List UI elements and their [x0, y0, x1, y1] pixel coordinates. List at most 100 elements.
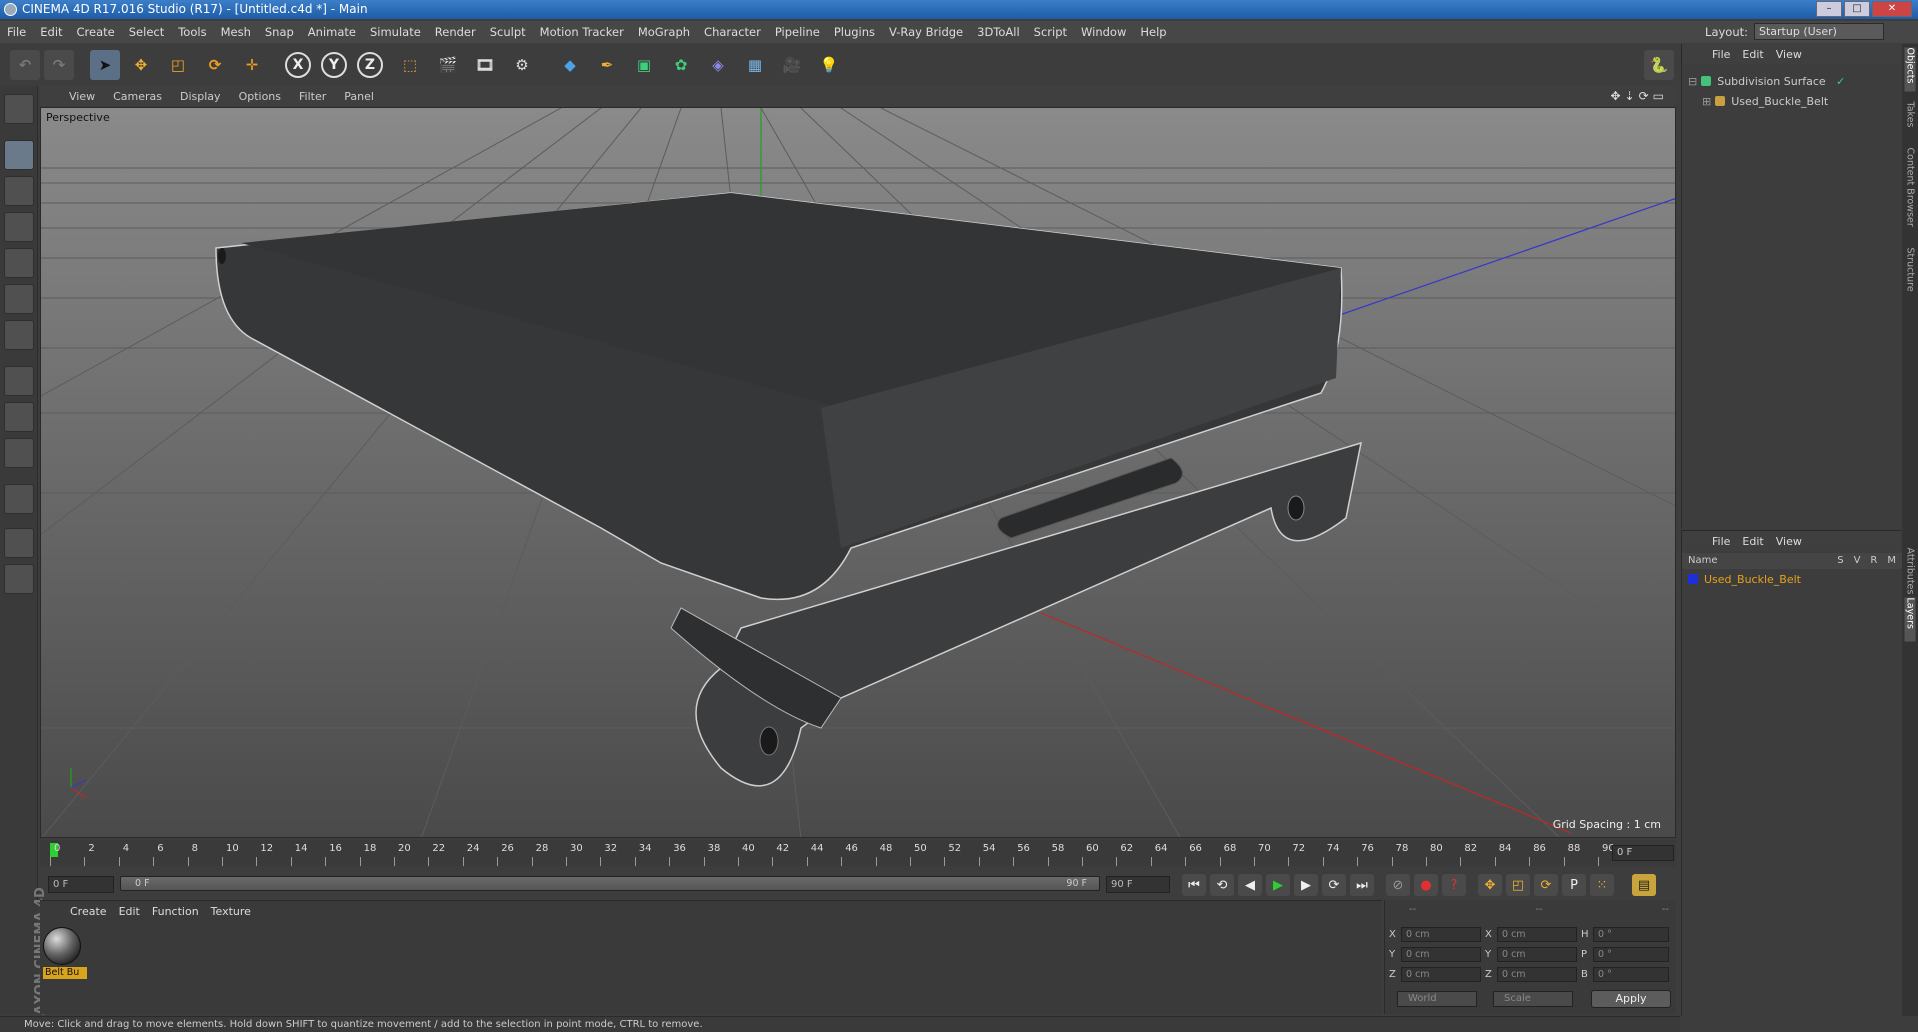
collapse-icon[interactable]: ⊟ [1688, 75, 1697, 88]
go-to-end-icon[interactable]: ⏭ [1350, 874, 1374, 896]
object-row-subdivision-surface[interactable]: ⊟ Subdivision Surface ✓ [1688, 72, 1845, 90]
timeline-layout-icon[interactable]: ▤ [1632, 874, 1656, 896]
menu-pipeline[interactable]: Pipeline [768, 25, 827, 39]
menu-create[interactable]: Create [70, 25, 122, 39]
tab-attributes[interactable]: Attributes [1905, 548, 1916, 595]
workplane-mode-icon[interactable] [4, 212, 34, 242]
menu-3dtoall[interactable]: 3DToAll [970, 25, 1027, 39]
menu-file[interactable]: File [0, 25, 33, 39]
mat-menu-edit[interactable]: Edit [113, 905, 146, 918]
menu-select[interactable]: Select [122, 25, 171, 39]
light-icon[interactable]: 💡 [814, 50, 844, 80]
position-z-field[interactable]: 0 cm [1401, 966, 1481, 982]
go-to-start-icon[interactable]: ⏮ [1182, 874, 1206, 896]
render-view-icon[interactable]: 🎬 [433, 50, 463, 80]
material-swatch[interactable]: Belt Bu [43, 927, 87, 979]
apply-button[interactable]: Apply [1591, 990, 1671, 1008]
cube-primitive-icon[interactable]: ◆ [555, 50, 585, 80]
snap-magnet-icon[interactable] [4, 484, 34, 514]
layer-menu-file[interactable]: File [1706, 535, 1736, 548]
belt-buckle-model[interactable] [215, 192, 1362, 787]
mat-menu-texture[interactable]: Texture [205, 905, 257, 918]
key-rotation-icon[interactable]: ⟳ [1534, 874, 1558, 896]
object-visible-check-icon[interactable]: ✓ [1836, 75, 1845, 88]
polygons-mode-icon[interactable] [4, 320, 34, 350]
next-frame-icon[interactable]: ▶ [1294, 874, 1318, 896]
tab-structure[interactable]: Structure [1905, 248, 1916, 292]
workplane-lock-icon[interactable] [4, 528, 34, 558]
expand-icon[interactable]: ⊞ [1702, 95, 1711, 108]
next-key-icon[interactable]: ⟳ [1322, 874, 1346, 896]
scale-tool-icon[interactable]: ◰ [163, 50, 193, 80]
spline-pen-icon[interactable]: ✒ [592, 50, 622, 80]
vp-menu-view[interactable]: View [60, 90, 104, 103]
rotation-h-field[interactable]: 0 ° [1593, 926, 1669, 942]
menu-simulate[interactable]: Simulate [363, 25, 428, 39]
menu-snap[interactable]: Snap [258, 25, 301, 39]
start-frame-field[interactable]: 0 F [48, 876, 114, 893]
tab-objects[interactable]: Objects [1904, 47, 1916, 92]
current-frame-field[interactable]: 0 F [1612, 845, 1674, 861]
close-button[interactable]: ✕ [1872, 1, 1912, 17]
record-active-icon[interactable]: ● [1414, 874, 1438, 896]
menu-character[interactable]: Character [697, 25, 768, 39]
autokeying-icon[interactable]: ? [1442, 874, 1466, 896]
size-y-field[interactable]: 0 cm [1497, 946, 1577, 962]
previous-frame-icon[interactable]: ◀ [1238, 874, 1262, 896]
menu-window[interactable]: Window [1074, 25, 1133, 39]
tab-takes[interactable]: Takes [1905, 102, 1916, 146]
key-scale-icon[interactable]: ◰ [1506, 874, 1530, 896]
points-mode-icon[interactable] [4, 248, 34, 278]
object-row-used-buckle-belt[interactable]: ⊞ Used_Buckle_Belt [1702, 92, 1828, 110]
render-settings-icon[interactable]: ⚙ [507, 50, 537, 80]
redo-icon[interactable]: ↷ [44, 50, 74, 80]
frame-ruler[interactable]: 0 2 4 6 8 10 12 14 16 18 20 22 24 26 28 30 32 34 36 38 40 42 4… [48, 840, 1615, 866]
python-icon[interactable]: 🐍 [1644, 50, 1674, 80]
y-axis-icon[interactable]: Y [321, 52, 347, 78]
layer-row[interactable]: Used_Buckle_Belt [1688, 571, 1801, 587]
coordinate-system-icon[interactable]: ⬚ [395, 50, 425, 80]
minimize-button[interactable]: – [1816, 1, 1842, 17]
x-axis-icon[interactable]: X [285, 52, 311, 78]
rotation-b-field[interactable]: 0 ° [1593, 966, 1669, 982]
maximize-button[interactable]: □ [1844, 1, 1870, 17]
make-editable-icon[interactable] [4, 94, 34, 124]
layer-menu-view[interactable]: View [1770, 535, 1808, 548]
menu-tools[interactable]: Tools [171, 25, 213, 39]
coordinate-mode-select[interactable]: World [1397, 991, 1477, 1007]
vp-menu-display[interactable]: Display [171, 90, 230, 103]
camera-icon[interactable]: 🎥 [777, 50, 807, 80]
menu-animate[interactable]: Animate [301, 25, 363, 39]
menu-render[interactable]: Render [428, 25, 483, 39]
vp-menu-panel[interactable]: Panel [335, 90, 383, 103]
timeline-ruler[interactable]: 0 2 4 6 8 10 12 14 16 18 20 22 24 26 28 30 32 34 36 38 40 42 4… [40, 840, 1676, 866]
size-z-field[interactable]: 0 cm [1497, 966, 1577, 982]
key-parameter-icon[interactable]: P [1562, 874, 1586, 896]
transform-tool-icon[interactable]: ✛ [237, 50, 267, 80]
move-tool-icon[interactable]: ✥ [126, 50, 156, 80]
undo-icon[interactable]: ↶ [10, 50, 40, 80]
key-pla-icon[interactable]: ⁙ [1590, 874, 1614, 896]
menu-mograph[interactable]: MoGraph [631, 25, 697, 39]
viewport-nav-icons[interactable]: ✥⇣⟳▭ [1610, 89, 1668, 103]
menu-mesh[interactable]: Mesh [214, 25, 258, 39]
axis-mode-icon[interactable] [4, 366, 34, 396]
rotate-tool-icon[interactable]: ⟳ [200, 50, 230, 80]
layout-select[interactable]: Startup (User) [1754, 23, 1884, 40]
menu-help[interactable]: Help [1133, 25, 1173, 39]
deformer-icon[interactable]: ◈ [703, 50, 733, 80]
position-y-field[interactable]: 0 cm [1401, 946, 1481, 962]
size-mode-select[interactable]: Scale [1493, 991, 1573, 1007]
tab-layers[interactable]: Layers [1904, 597, 1916, 642]
tweak-mode-icon[interactable] [4, 402, 34, 432]
vp-menu-cameras[interactable]: Cameras [104, 90, 171, 103]
vp-menu-filter[interactable]: Filter [290, 90, 335, 103]
play-icon[interactable]: ▶ [1266, 874, 1290, 896]
select-arrow-icon[interactable]: ➤ [90, 50, 120, 80]
quantize-icon[interactable] [4, 564, 34, 594]
model-mode-icon[interactable] [4, 140, 34, 170]
solo-mode-icon[interactable] [4, 438, 34, 468]
mat-menu-create[interactable]: Create [64, 905, 113, 918]
menu-vray-bridge[interactable]: V-Ray Bridge [882, 25, 970, 39]
obj-menu-view[interactable]: View [1770, 48, 1808, 61]
